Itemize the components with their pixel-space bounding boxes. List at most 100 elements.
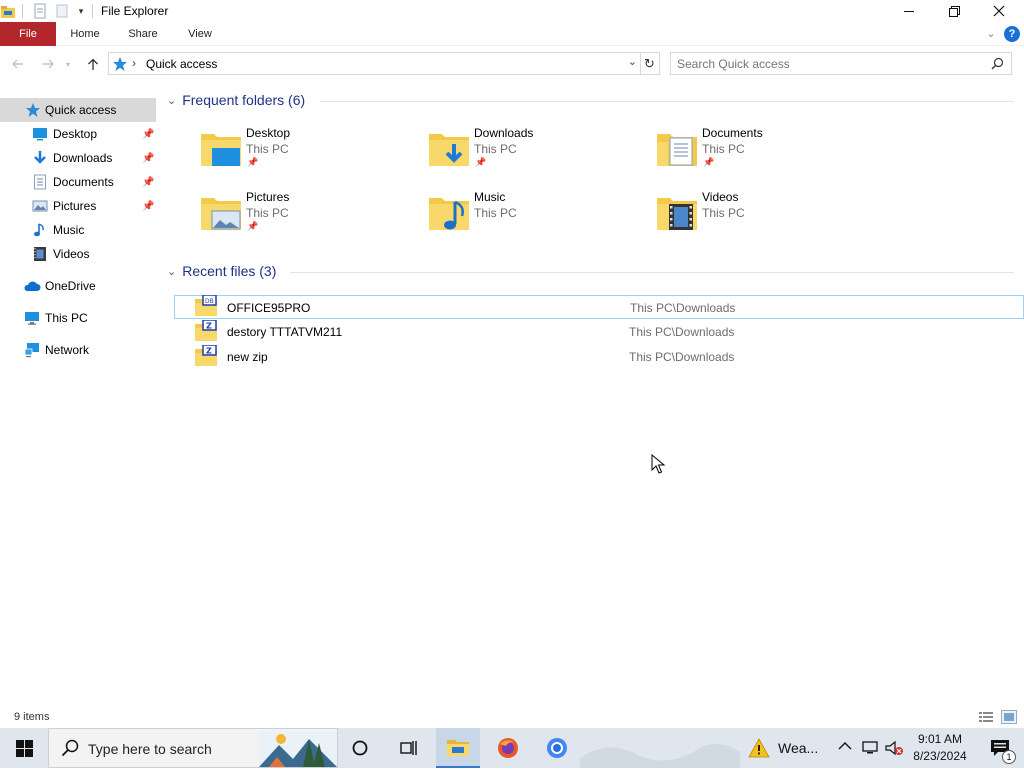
weather-alert-icon bbox=[748, 738, 770, 758]
weather-widget[interactable]: Wea... bbox=[744, 728, 828, 768]
minimize-button[interactable] bbox=[886, 0, 932, 22]
task-view-cortana-button[interactable] bbox=[338, 728, 382, 768]
recent-files-header[interactable]: ⌄ Recent files (3) bbox=[167, 263, 276, 279]
sidebar-item-desktop[interactable]: Desktop 📌 bbox=[0, 122, 156, 146]
refresh-icon: ↻ bbox=[644, 55, 655, 71]
pictures-folder-icon bbox=[201, 198, 241, 230]
folder-name: Downloads bbox=[474, 126, 534, 140]
recent-locations-button[interactable]: ▾ bbox=[62, 54, 74, 74]
sidebar-item-videos[interactable]: Videos bbox=[0, 242, 156, 266]
forward-button[interactable] bbox=[38, 54, 58, 74]
search-icon bbox=[61, 739, 79, 757]
document-icon bbox=[32, 174, 48, 190]
up-button[interactable] bbox=[83, 54, 103, 74]
properties-icon[interactable] bbox=[32, 3, 48, 19]
search-box[interactable] bbox=[670, 52, 1012, 75]
tab-share[interactable]: Share bbox=[120, 22, 166, 46]
window-title: File Explorer bbox=[101, 4, 169, 18]
restore-button[interactable] bbox=[931, 0, 977, 22]
start-button[interactable] bbox=[2, 728, 46, 768]
large-icons-view-button[interactable] bbox=[1001, 710, 1017, 724]
sidebar-item-label: OneDrive bbox=[45, 279, 96, 293]
action-center-button[interactable]: 1 bbox=[976, 728, 1024, 768]
taskbar-background-art bbox=[580, 728, 740, 768]
sidebar-item-quick-access[interactable]: Quick access bbox=[0, 98, 156, 122]
sidebar-item-downloads[interactable]: Downloads 📌 bbox=[0, 146, 156, 170]
tab-home[interactable]: Home bbox=[62, 22, 108, 46]
recent-file-row[interactable]: DB OFFICE95PRO This PC\Downloads bbox=[174, 295, 1024, 319]
up-arrow-icon bbox=[88, 58, 98, 70]
back-arrow-icon bbox=[12, 59, 23, 69]
taskbar-file-explorer-button[interactable] bbox=[436, 728, 480, 768]
sidebar-item-pictures[interactable]: Pictures 📌 bbox=[0, 194, 156, 218]
network-status-icon[interactable] bbox=[861, 740, 879, 756]
sidebar-item-label: Music bbox=[53, 223, 85, 237]
network-icon bbox=[24, 342, 40, 358]
file-name: destory TTTATVM211 bbox=[227, 325, 343, 339]
clock-date: 8/23/2024 bbox=[913, 749, 967, 763]
computer-icon bbox=[24, 310, 40, 326]
task-view-icon bbox=[400, 741, 417, 755]
folder-tile-music[interactable]: Music This PC bbox=[428, 188, 648, 244]
sidebar-item-onedrive[interactable]: OneDrive bbox=[0, 274, 156, 298]
expand-ribbon-chevron-icon[interactable]: ⌄ bbox=[984, 27, 998, 41]
back-button[interactable] bbox=[8, 54, 28, 74]
zip-icon: Z bbox=[195, 345, 217, 366]
taskbar-search-box[interactable]: Type here to search bbox=[48, 728, 338, 768]
chevron-down-icon: ▾ bbox=[65, 59, 70, 69]
title-bar: ▾ File Explorer bbox=[0, 0, 1024, 22]
folder-tile-downloads[interactable]: Downloads This PC 📌 bbox=[428, 124, 648, 180]
taskbar-firefox-button[interactable] bbox=[486, 728, 530, 768]
sidebar-item-this-pc[interactable]: This PC bbox=[0, 306, 156, 330]
recent-file-row[interactable]: Z destory TTTATVM211 This PC\Downloads bbox=[174, 320, 1024, 344]
breadcrumb-separator[interactable]: › bbox=[132, 56, 136, 70]
item-count: 9 items bbox=[14, 711, 50, 723]
sidebar-item-documents[interactable]: Documents 📌 bbox=[0, 170, 156, 194]
taskbar-chrome-button[interactable] bbox=[535, 728, 579, 768]
group-divider bbox=[320, 101, 1014, 102]
weather-label: Wea... bbox=[778, 740, 819, 756]
sidebar-item-music[interactable]: Music bbox=[0, 218, 156, 242]
svg-text:DB: DB bbox=[205, 298, 214, 305]
address-bar[interactable]: › Quick access ⌄ bbox=[108, 52, 641, 75]
frequent-folders-header[interactable]: ⌄ Frequent folders (6) bbox=[167, 92, 305, 108]
pin-icon: 📌 bbox=[142, 128, 155, 140]
folder-name: Videos bbox=[702, 190, 739, 204]
details-view-icon bbox=[979, 712, 993, 722]
file-path: This PC\Downloads bbox=[630, 301, 736, 315]
folder-location: This PC bbox=[474, 206, 517, 220]
close-button[interactable] bbox=[976, 0, 1022, 22]
help-icon[interactable]: ? bbox=[1004, 26, 1020, 42]
tab-view[interactable]: View bbox=[178, 22, 222, 46]
folder-tile-documents[interactable]: Documents This PC 📌 bbox=[656, 124, 876, 180]
details-view-button[interactable] bbox=[978, 710, 994, 724]
pin-icon: 📌 bbox=[247, 157, 259, 167]
explorer-app-icon bbox=[0, 3, 16, 19]
refresh-button[interactable]: ↻ bbox=[640, 52, 660, 75]
close-icon bbox=[993, 5, 1005, 17]
status-bar: 9 items bbox=[0, 708, 1024, 728]
downloads-folder-icon bbox=[429, 134, 469, 166]
customize-qat-chevron-icon[interactable]: ▾ bbox=[75, 4, 87, 18]
sidebar-item-label: Network bbox=[45, 343, 90, 357]
new-folder-icon[interactable] bbox=[54, 3, 70, 19]
folder-tile-pictures[interactable]: Pictures This PC 📌 bbox=[200, 188, 420, 244]
sidebar-item-label: Documents bbox=[53, 175, 114, 189]
recent-file-row[interactable]: Z new zip This PC\Downloads bbox=[174, 345, 1024, 369]
volume-muted-icon[interactable] bbox=[884, 740, 904, 756]
folder-tile-desktop[interactable]: Desktop This PC 📌 bbox=[200, 124, 420, 180]
task-view-button[interactable] bbox=[386, 728, 430, 768]
chrome-icon bbox=[547, 738, 567, 758]
search-input[interactable] bbox=[677, 56, 977, 71]
star-icon bbox=[25, 102, 41, 118]
cortana-icon bbox=[352, 740, 368, 756]
clock-time: 9:01 AM bbox=[917, 732, 963, 746]
tab-file[interactable]: File bbox=[0, 22, 56, 46]
sidebar-item-network[interactable]: Network bbox=[0, 338, 156, 362]
address-history-chevron-icon[interactable]: ⌄ bbox=[628, 55, 637, 68]
sidebar-item-label: Quick access bbox=[45, 103, 117, 117]
clock[interactable]: 9:01 AM 8/23/2024 bbox=[908, 728, 972, 768]
folder-tile-videos[interactable]: Videos This PC bbox=[656, 188, 876, 244]
show-hidden-icons-chevron-icon[interactable] bbox=[838, 740, 854, 756]
breadcrumb-quick-access[interactable]: Quick access bbox=[146, 57, 217, 71]
